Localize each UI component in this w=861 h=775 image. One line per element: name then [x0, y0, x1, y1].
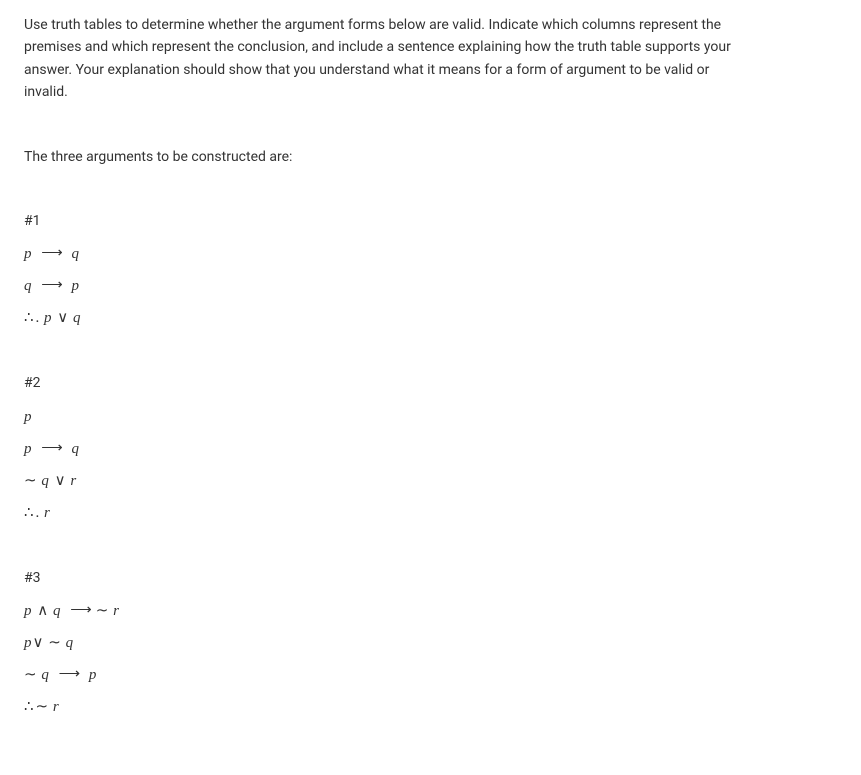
variable-q: q — [72, 441, 81, 457]
problem-2-label: #2 — [24, 372, 837, 394]
problem-1: #1 p ⟶ q q ⟶ p ∴. p ∨ q — [24, 210, 837, 330]
problem-2-line-3: ∼ q ∨ r — [24, 469, 837, 493]
problem-2-line-2: p ⟶ q — [24, 437, 837, 461]
therefore-symbol: ∴ — [24, 310, 34, 326]
problem-3-line-3: ∼ q ⟶ p — [24, 663, 837, 687]
variable-p: p — [89, 667, 98, 683]
not-symbol: ∼ — [48, 635, 61, 651]
problem-1-conclusion: ∴. p ∨ q — [24, 306, 837, 330]
not-symbol: ∼ — [36, 699, 49, 715]
period: . — [36, 310, 40, 326]
problem-2: #2 p p ⟶ q ∼ q ∨ r ∴. r — [24, 372, 837, 524]
variable-p: p — [24, 409, 33, 425]
variable-p: p — [24, 603, 33, 619]
problem-2-line-1: p — [24, 405, 837, 429]
problem-3-conclusion: ∴∼ r — [24, 695, 837, 719]
instructions-text: Use truth tables to determine whether th… — [24, 14, 744, 104]
variable-q: q — [53, 603, 62, 619]
problem-1-line-1: p ⟶ q — [24, 242, 837, 266]
variable-q: q — [41, 667, 50, 683]
problem-1-line-2: q ⟶ p — [24, 274, 837, 298]
arrow-icon: ⟶ — [41, 273, 63, 297]
or-symbol: ∨ — [55, 473, 66, 489]
not-symbol: ∼ — [96, 603, 109, 619]
not-symbol: ∼ — [24, 667, 37, 683]
variable-p: p — [72, 278, 81, 294]
variable-q: q — [73, 310, 82, 326]
variable-p: p — [44, 310, 53, 326]
problem-3-line-1: p ∧ q ⟶∼ r — [24, 599, 837, 623]
variable-p: p — [24, 246, 33, 262]
problem-2-conclusion: ∴. r — [24, 501, 837, 525]
subheading-text: The three arguments to be constructed ar… — [24, 146, 837, 168]
not-symbol: ∼ — [24, 473, 37, 489]
arrow-icon: ⟶ — [41, 241, 63, 265]
arrow-icon: ⟶ — [41, 436, 63, 460]
or-symbol: ∨ — [33, 635, 44, 651]
variable-r: r — [70, 473, 77, 489]
therefore-symbol: ∴ — [24, 699, 34, 715]
arrow-icon: ⟶ — [70, 598, 92, 622]
variable-p: p — [24, 635, 33, 651]
variable-r: r — [53, 699, 60, 715]
and-symbol: ∧ — [37, 603, 48, 619]
variable-r: r — [113, 603, 120, 619]
variable-q: q — [41, 473, 50, 489]
problem-3-line-2: p∨ ∼ q — [24, 631, 837, 655]
therefore-symbol: ∴ — [24, 505, 34, 521]
variable-r: r — [44, 505, 51, 521]
or-symbol: ∨ — [57, 310, 68, 326]
arrow-icon: ⟶ — [59, 662, 81, 686]
variable-q: q — [24, 278, 33, 294]
variable-q: q — [72, 246, 81, 262]
variable-q: q — [66, 635, 75, 651]
period: . — [36, 505, 40, 521]
problem-1-label: #1 — [24, 210, 837, 232]
problem-3: #3 p ∧ q ⟶∼ r p∨ ∼ q ∼ q ⟶ p ∴∼ r — [24, 567, 837, 719]
variable-p: p — [24, 441, 33, 457]
